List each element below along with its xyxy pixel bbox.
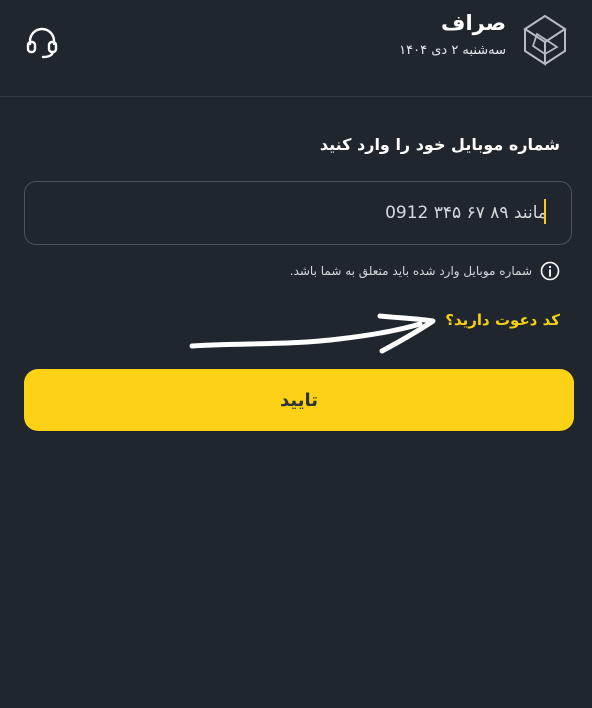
info-icon	[540, 261, 560, 281]
app-title: صراف	[441, 11, 506, 35]
phone-number-input[interactable]	[24, 181, 572, 245]
invite-code-link[interactable]: کد دعوت دارید؟	[445, 311, 560, 329]
phone-label: شماره موبایل خود را وارد کنید	[319, 135, 560, 154]
isometric-cube-icon	[520, 12, 570, 68]
phone-hint: شماره موبایل وارد شده باید متعلق به شما …	[290, 259, 560, 283]
submit-button[interactable]: تایید	[24, 369, 574, 431]
headset-icon[interactable]	[24, 24, 60, 60]
current-date: سه‌شنبه ۲ دی ۱۴۰۴	[399, 43, 506, 58]
login-screen: صراف سه‌شنبه ۲ دی ۱۴۰۴ شماره موبایل خود …	[0, 0, 592, 708]
app-header: صراف سه‌شنبه ۲ دی ۱۴۰۴	[0, 0, 592, 97]
pointer-arrow-annotation	[188, 306, 438, 366]
input-cursor	[544, 199, 546, 224]
phone-hint-text: شماره موبایل وارد شده باید متعلق به شما …	[289, 264, 532, 278]
